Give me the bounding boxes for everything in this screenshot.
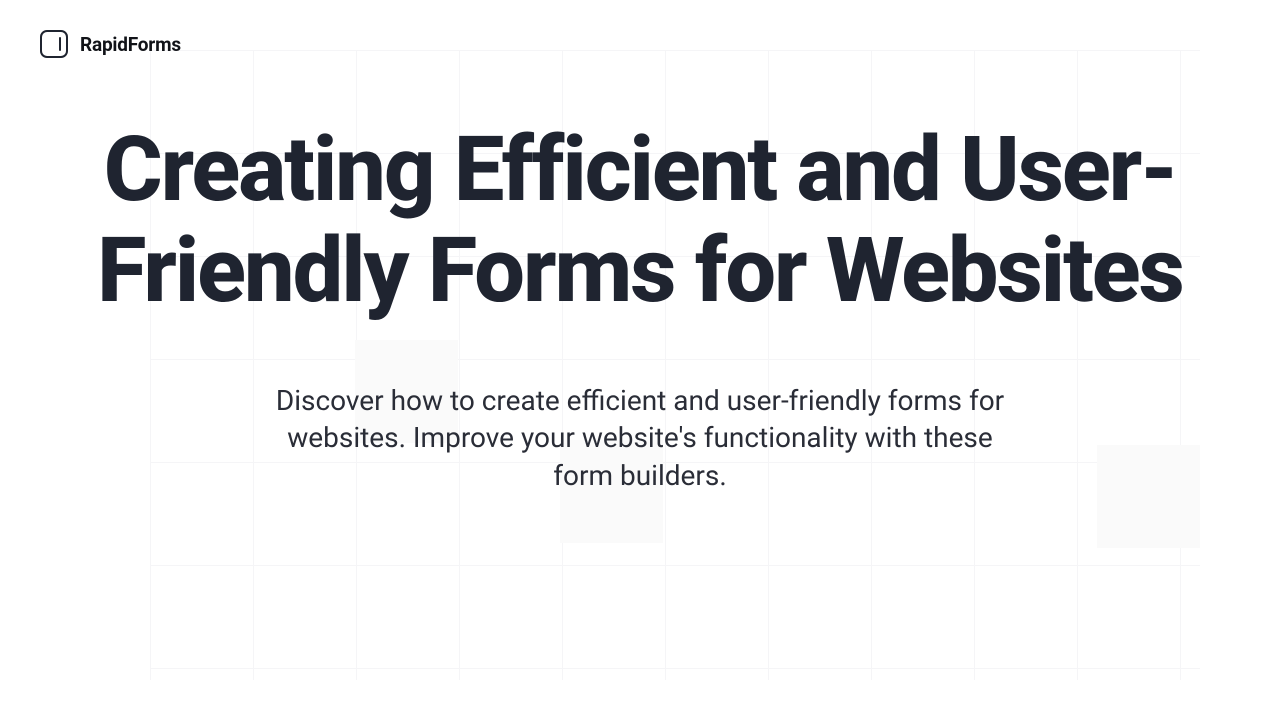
logo-icon (40, 30, 68, 58)
brand-name: RapidForms (80, 33, 181, 56)
header: RapidForms (40, 30, 181, 58)
hero-content: Creating Efficient and User-Friendly For… (0, 120, 1280, 495)
page-subtitle: Discover how to create efficient and use… (260, 382, 1020, 495)
page-title: Creating Efficient and User-Friendly For… (80, 120, 1200, 322)
